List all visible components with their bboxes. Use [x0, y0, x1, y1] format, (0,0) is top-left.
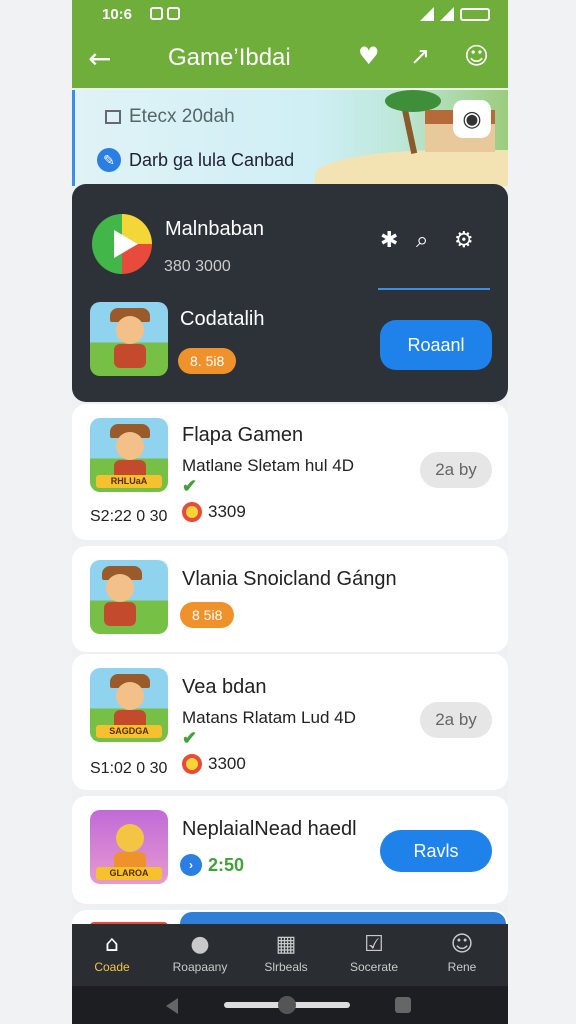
battery-icon: [460, 7, 490, 21]
rating-badge: 8. 5i8: [178, 348, 237, 374]
buy-button[interactable]: 2a by: [420, 452, 492, 488]
game-score: › 2:50: [180, 854, 244, 876]
nav-item-home[interactable]: ⌂ Coade: [72, 930, 152, 974]
game-description: Matlane Sletam hul 4D: [182, 456, 354, 475]
edit-icon: ✎: [97, 148, 121, 172]
coin-icon: [182, 502, 202, 522]
status-time: 10:6: [102, 6, 133, 23]
profile-icon[interactable]: ☺: [464, 42, 489, 70]
score-value: 2:50: [208, 854, 245, 875]
promo-banner[interactable]: Etecx 20dah ✎ Darb ga lula Canbad ◉: [72, 90, 508, 186]
nav-label: Rene: [447, 960, 477, 974]
camera-icon[interactable]: ◉: [453, 100, 491, 138]
nav-item-tasks[interactable]: ☑ Socerate: [334, 930, 414, 974]
game-thumbnail: RHLUaA: [90, 418, 168, 492]
nav-label: Slrbeals: [264, 960, 308, 974]
checkbox-icon: ☑: [364, 932, 384, 957]
list-item[interactable]: GLAROA NeplaialNead haedl › 2:50 Ravls: [72, 796, 508, 904]
game-thumbnail: [90, 560, 168, 634]
checkmark-icon: ✔: [182, 476, 198, 496]
count-value: 3300: [208, 754, 246, 773]
play-logo-icon: [92, 214, 152, 274]
game-count: 3300: [182, 754, 246, 774]
list-item[interactable]: SAGDGA Vea bdan Matans Rlatam Lud 4D ✔ S…: [72, 654, 508, 790]
featured-action-button[interactable]: Roaanl: [380, 320, 492, 370]
game-name: NeplaialNead haedl: [182, 818, 357, 840]
coin-icon: [182, 754, 202, 774]
back-nav-icon[interactable]: [166, 998, 178, 1014]
game-meta: S1:02 0 30: [90, 760, 168, 777]
person-icon: ●: [190, 932, 210, 957]
list-item[interactable]: RHLUaA Flapa Gamen Matlane Sletam hul 4D…: [72, 404, 508, 540]
game-description: Matans Rlatam Lud 4D: [182, 708, 356, 727]
nav-item-account[interactable]: ☺ Rene: [422, 930, 502, 974]
featured-card: Malnbaban 380 3000 ✱ ⌕ ⚙ Codatalih 8. 5i…: [72, 184, 508, 402]
game-thumbnail[interactable]: [90, 302, 168, 376]
search-bar[interactable]: Etecx 20dah: [105, 106, 235, 128]
notification-icon: [167, 7, 180, 20]
bug-icon[interactable]: ✱: [380, 228, 398, 253]
list-item[interactable]: Vlania Snoicland Gángn 8 5i8: [72, 546, 508, 652]
share-icon[interactable]: ↗: [410, 42, 430, 70]
system-nav-bar: [72, 986, 508, 1024]
featured-subtitle: 380 3000: [164, 258, 231, 275]
game-name: Vlania Snoicland Gángn: [182, 568, 397, 590]
gear-icon[interactable]: ⚙: [454, 228, 474, 253]
nav-label: Roapaany: [172, 960, 228, 974]
system-icons: [420, 7, 490, 21]
nav-label: Socerate: [349, 960, 399, 974]
thumbnail-label: SAGDGA: [96, 725, 162, 738]
game-count: 3309: [182, 502, 246, 522]
beach-illustration: [315, 150, 508, 186]
search-icon[interactable]: ⌕: [416, 228, 428, 253]
thumbnail-label: GLAROA: [96, 867, 162, 880]
rate-button[interactable]: Ravls: [380, 830, 492, 872]
chevron-icon: ›: [180, 854, 202, 876]
heart-icon[interactable]: ♥: [358, 42, 380, 70]
status-bar: 10:6: [72, 0, 508, 30]
account-icon: ☺: [450, 932, 474, 957]
app-bar: ← Game’Ibdai ♥ ↗ ☺: [72, 30, 508, 88]
banner-link[interactable]: ✎ Darb ga lula Canbad: [97, 148, 294, 172]
grid-icon: ▦: [275, 932, 297, 957]
game-thumbnail: SAGDGA: [90, 668, 168, 742]
game-meta: S2:22 0 30: [90, 508, 168, 525]
notification-icons: [150, 7, 180, 20]
wifi-icon: [440, 7, 454, 21]
search-text: Etecx 20dah: [129, 106, 235, 127]
featured-game-name: Codatalih: [180, 308, 265, 330]
notification-icon: [150, 7, 163, 20]
signal-icon: [420, 7, 434, 21]
thumbnail-label: RHLUaA: [96, 475, 162, 488]
buy-button[interactable]: 2a by: [420, 702, 492, 738]
game-name: Flapa Gamen: [182, 424, 304, 446]
phone-screen: 10:6 ← Game’Ibdai ♥ ↗ ☺ Etecx 20dah ✎ Da…: [72, 0, 508, 1024]
banner-link-text: Darb ga lula Canbad: [129, 149, 295, 170]
page-title: Game’Ibdai: [168, 44, 291, 71]
home-nav-icon[interactable]: [278, 996, 296, 1014]
rating-badge: 8 5i8: [180, 602, 235, 628]
nav-item-grid[interactable]: ▦ Slrbeals: [246, 930, 326, 974]
palm-leaves: [385, 90, 441, 112]
progress-line: [378, 288, 490, 290]
recents-nav-icon[interactable]: [395, 997, 411, 1013]
bottom-nav: ⌂ Coade ● Roapaany ▦ Slrbeals ☑ Socerate…: [72, 924, 508, 986]
document-icon: [105, 110, 121, 124]
arrow-left-icon[interactable]: ←: [88, 42, 111, 75]
game-name: Vea bdan: [182, 676, 267, 698]
game-thumbnail: GLAROA: [90, 810, 168, 884]
nav-item-people[interactable]: ● Roapaany: [160, 930, 240, 974]
checkmark-icon: ✔: [182, 728, 198, 748]
featured-title: Malnbaban: [165, 218, 264, 240]
count-value: 3309: [208, 502, 246, 521]
nav-label: Coade: [94, 960, 130, 974]
home-icon: ⌂: [105, 932, 119, 957]
